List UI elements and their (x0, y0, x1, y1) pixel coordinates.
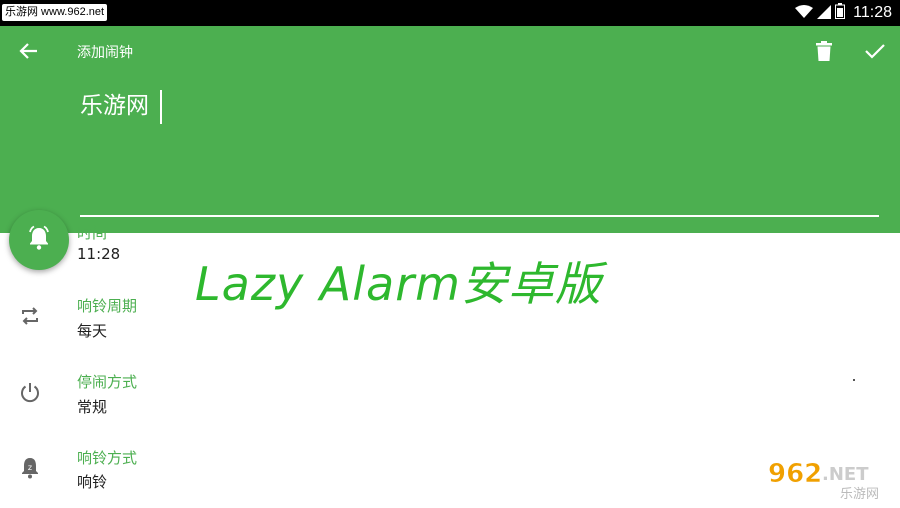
wifi-icon (795, 4, 814, 23)
logo-main: 962 (768, 459, 822, 489)
ring-bell-icon: z (16, 454, 44, 482)
svg-text:z: z (28, 463, 32, 472)
watermark-logo: 962 .NET 乐游网 (762, 456, 894, 502)
row-value: 常规 (77, 398, 108, 416)
text-caret (160, 90, 162, 124)
battery-icon (835, 3, 846, 23)
repeat-icon (16, 302, 44, 330)
confirm-button[interactable] (860, 38, 890, 68)
decorative-dot (853, 379, 855, 381)
row-label: 时间 (77, 224, 108, 242)
logo-suffix: .NET (822, 464, 869, 485)
alarm-name-input[interactable]: 乐游网 (80, 88, 880, 124)
promo-text: Lazy Alarm安卓版 (195, 257, 602, 311)
status-icons: 11:28 (795, 0, 892, 26)
input-underline (80, 215, 879, 217)
alarm-fab-button[interactable] (9, 210, 69, 270)
page-title: 添加闹钟 (77, 45, 133, 61)
trash-icon (816, 41, 832, 65)
arrow-back-icon (19, 41, 39, 65)
back-button[interactable] (14, 38, 44, 68)
row-stop-method[interactable]: 停闹方式 常规 (0, 362, 900, 432)
row-label: 响铃周期 (77, 297, 138, 315)
row-value: 每天 (77, 322, 108, 340)
row-value: 响铃 (77, 473, 108, 491)
delete-button[interactable] (810, 38, 838, 68)
row-value: 11:28 (77, 245, 121, 263)
power-icon (16, 378, 44, 406)
check-icon (865, 43, 885, 63)
logo-sub: 乐游网 (840, 487, 879, 502)
row-label: 响铃方式 (77, 449, 138, 467)
status-time: 11:28 (853, 4, 892, 21)
signal-icon (817, 4, 832, 23)
app-bar: 添加闹钟 乐游网 (0, 26, 900, 233)
row-label: 停闹方式 (77, 373, 138, 391)
status-bar: 乐游网 www.962.net 11:28 (0, 0, 900, 26)
alarm-bell-icon (26, 225, 52, 255)
watermark-label: 乐游网 www.962.net (2, 4, 108, 21)
